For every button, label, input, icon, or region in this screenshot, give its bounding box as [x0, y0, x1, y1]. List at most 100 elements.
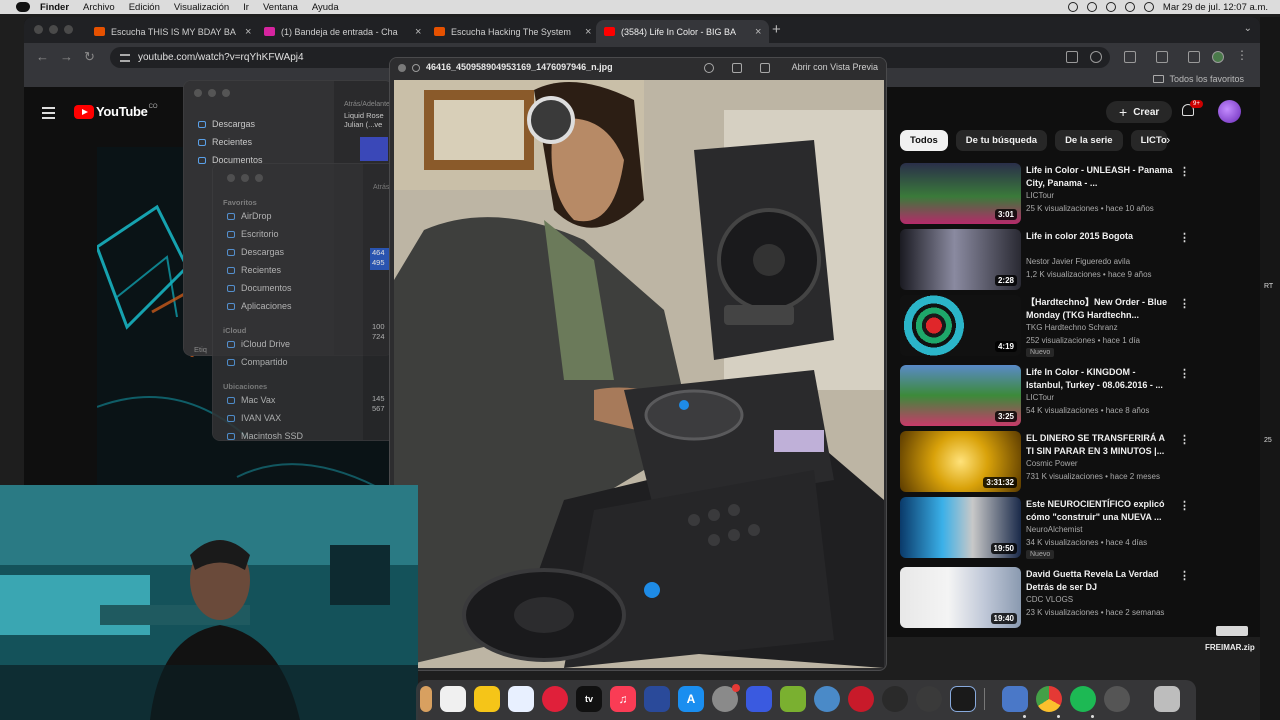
video-title[interactable]: 【Hardtechno】New Order - Blue Monday (TKG…	[1026, 296, 1174, 321]
recommendation-item[interactable]: 3:31:32 EL DINERO SE TRANSFERIRÁ A TI SI…	[900, 431, 1200, 497]
finder-app-icon[interactable]	[1002, 686, 1028, 712]
file-name[interactable]: Julian (...ve	[344, 120, 382, 129]
tab-search-icon[interactable]: ⌄	[1244, 23, 1252, 34]
sidebar-item-airdrop[interactable]: AirDrop	[227, 211, 272, 221]
sidebar-item-descargas[interactable]: Descargas	[227, 247, 284, 257]
video-thumbnail[interactable]: 2:28	[900, 229, 1021, 290]
app-icon[interactable]	[814, 686, 840, 712]
recommendation-item[interactable]: 19:40 David Guetta Revela La Verdad Detr…	[900, 567, 1200, 633]
sidebar-item-recientes[interactable]: Recientes	[227, 265, 281, 275]
markup-icon[interactable]	[704, 63, 714, 73]
close-window-button[interactable]	[34, 25, 43, 34]
video-thumbnail[interactable]: 3:01	[900, 163, 1021, 224]
video-thumbnail[interactable]: 4:19	[900, 295, 1021, 356]
menu-clock[interactable]: Mar 29 de jul. 12:07 a.m.	[1163, 2, 1268, 13]
forward-icon[interactable]: →	[60, 49, 73, 64]
chevron-right-icon[interactable]: ›	[1166, 132, 1170, 147]
channel-name[interactable]: LICTour	[1026, 393, 1054, 402]
zoom-window-button[interactable]	[222, 89, 230, 97]
fullscreen-icon[interactable]	[412, 64, 420, 72]
channel-name[interactable]: CDC VLOGS	[1026, 595, 1073, 604]
user-avatar[interactable]	[1218, 100, 1241, 123]
zoom-window-button[interactable]	[64, 25, 73, 34]
channel-name[interactable]: LICTour	[1026, 191, 1054, 200]
menu-archivo[interactable]: Archivo	[83, 2, 115, 13]
recommendation-item[interactable]: 3:01 Life in Color - UNLEASH - Panama Ci…	[900, 163, 1200, 229]
wifi-icon[interactable]	[1105, 2, 1116, 12]
zoom-window-button[interactable]	[255, 174, 263, 182]
menu-edicion[interactable]: Edición	[129, 2, 160, 13]
close-tab-icon[interactable]: ×	[585, 26, 591, 38]
close-window-button[interactable]	[227, 174, 235, 182]
close-tab-icon[interactable]: ×	[755, 26, 761, 38]
sidebar-item-descargas[interactable]: Descargas	[198, 119, 255, 129]
more-options-icon[interactable]: ⋮	[1179, 231, 1190, 244]
close-tab-icon[interactable]: ×	[415, 26, 421, 38]
video-thumbnail[interactable]: 3:25	[900, 365, 1021, 426]
spotify-icon[interactable]	[1070, 686, 1096, 712]
sidebar-item-macintosh-ssd[interactable]: Macintosh SSD	[227, 431, 303, 440]
dj-app-icon[interactable]	[916, 686, 942, 712]
close-window-button[interactable]	[194, 89, 202, 97]
chrome-icon[interactable]	[1036, 686, 1062, 712]
status-icon[interactable]	[1086, 2, 1097, 12]
status-icon[interactable]	[1067, 2, 1078, 12]
app-store-icon[interactable]: A	[678, 686, 704, 712]
youtube-logo[interactable]: YouTube CO	[74, 104, 158, 119]
channel-name[interactable]: NeuroAlchemist	[1026, 525, 1082, 534]
sidebar-item-ivan-vax[interactable]: IVAN VAX	[227, 413, 281, 423]
sidebar-item-mac-vax[interactable]: Mac Vax	[227, 395, 275, 405]
share-icon[interactable]	[760, 63, 770, 73]
sidebar-item-recientes[interactable]: Recientes	[198, 137, 252, 147]
chip-de-la-serie[interactable]: De la serie	[1055, 130, 1123, 151]
recommendation-item[interactable]: 2:28 Life in color 2015 Bogota Nestor Ja…	[900, 229, 1200, 295]
more-options-icon[interactable]: ⋮	[1179, 433, 1190, 446]
close-tab-icon[interactable]: ×	[245, 26, 251, 38]
control-center-icon[interactable]	[1124, 2, 1135, 12]
recommendation-item[interactable]: 4:19 【Hardtechno】New Order - Blue Monday…	[900, 295, 1200, 361]
sidebar-item-icloud-drive[interactable]: iCloud Drive	[227, 339, 290, 349]
apple-tv-icon[interactable]: tv	[576, 686, 602, 712]
menu-visualizacion[interactable]: Visualización	[174, 2, 229, 13]
video-title[interactable]: David Guetta Revela La Verdad Detrás de …	[1026, 568, 1174, 593]
video-title[interactable]: Life in Color - UNLEASH - Panama City, P…	[1026, 164, 1174, 189]
siri-icon[interactable]	[1143, 2, 1154, 12]
chip-todos[interactable]: Todos	[900, 130, 948, 151]
hamburger-menu-icon[interactable]	[42, 107, 55, 122]
new-tab-icon[interactable]: +	[772, 21, 781, 38]
video-thumbnail[interactable]: 19:40	[900, 567, 1021, 628]
channel-name[interactable]: Cosmic Power	[1026, 459, 1078, 468]
extensions-icon[interactable]	[1124, 51, 1136, 63]
minimize-window-button[interactable]	[208, 89, 216, 97]
browser-tab-active[interactable]: (3584) Life In Color - BIG BA ×	[596, 20, 770, 43]
rotate-icon[interactable]	[732, 63, 742, 73]
reminders-icon[interactable]	[440, 686, 466, 712]
reload-icon[interactable]: ↻	[84, 49, 95, 65]
all-bookmarks[interactable]: Todos los favoritos	[1153, 74, 1244, 84]
download-icon[interactable]	[1188, 51, 1200, 63]
video-thumbnail[interactable]: 3:31:32	[900, 431, 1021, 492]
more-options-icon[interactable]: ⋮	[1179, 165, 1190, 178]
menu-finder[interactable]: Finder	[40, 2, 69, 13]
opera-icon[interactable]	[848, 686, 874, 712]
star-icon[interactable]	[1090, 51, 1102, 63]
menu-ventana[interactable]: Ventana	[263, 2, 298, 13]
browser-tab[interactable]: Escucha THIS IS MY BDAY BA ×	[86, 20, 259, 43]
menu-ayuda[interactable]: Ayuda	[312, 2, 339, 13]
freeform-icon[interactable]	[508, 686, 534, 712]
app-icon[interactable]	[780, 686, 806, 712]
app-icon[interactable]	[1104, 686, 1130, 712]
menu-dots-icon[interactable]: ⋮	[1236, 48, 1248, 62]
audio-app-icon[interactable]	[644, 686, 670, 712]
create-button[interactable]: + Crear	[1106, 101, 1173, 123]
profile-icon[interactable]	[1212, 51, 1224, 63]
music-icon[interactable]: ♫	[610, 686, 636, 712]
zip-file-icon[interactable]	[1216, 626, 1248, 636]
video-title[interactable]: Life In Color - KINGDOM - Istanbul, Turk…	[1026, 366, 1174, 391]
more-options-icon[interactable]: ⋮	[1179, 367, 1190, 380]
app-icon[interactable]	[746, 686, 772, 712]
video-title[interactable]: EL DINERO SE TRANSFERIRÁ A TI SIN PARAR …	[1026, 432, 1174, 457]
menu-ir[interactable]: Ir	[243, 2, 249, 13]
sidebar-item-aplicaciones[interactable]: Aplicaciones	[227, 301, 292, 311]
media-icon[interactable]	[1156, 51, 1168, 63]
